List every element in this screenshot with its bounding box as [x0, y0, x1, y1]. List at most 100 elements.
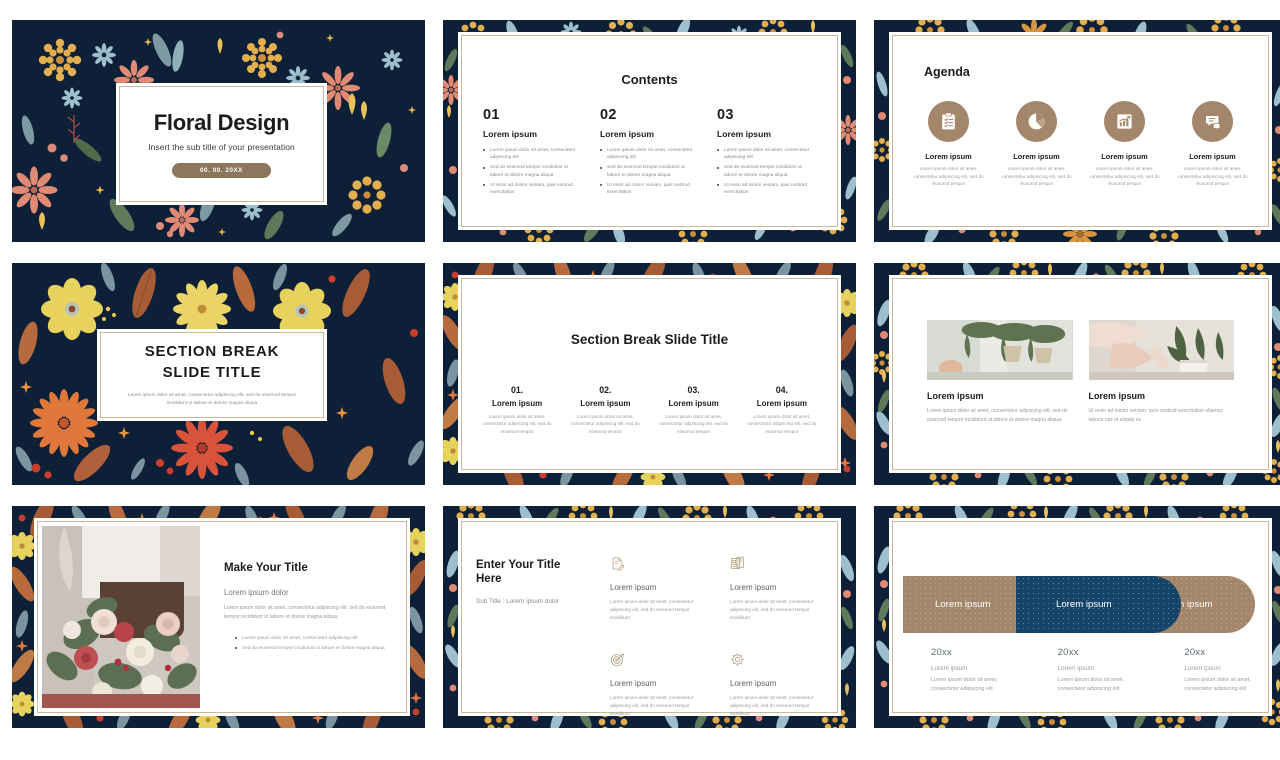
column-number: 01 [483, 107, 500, 123]
column-text: Lorem ipsum dolor sit amet, consectetur … [570, 414, 640, 434]
gear-settings-icon [731, 653, 744, 666]
timeline-column: 20xx Lorem ipsum Lorem ipsum dolor sit a… [931, 646, 1008, 694]
feature-text: Lorem ipsum dolor sit amet, consectetur … [730, 694, 814, 716]
section-columns: 01. Lorem ipsum Lorem ipsum dolor sit am… [458, 385, 841, 435]
column-number: 02. [599, 385, 612, 395]
hanging-plants-photo [927, 320, 1073, 380]
section-break-card: SECTION BREAK SLIDE TITLE Lorem ipsum do… [97, 329, 327, 421]
feature-item[interactable]: Lorem ipsum Lorem ipsum dolor sit amet, … [610, 652, 705, 718]
feature-label: Lorem ipsum [730, 583, 777, 592]
item-label: Lorem ipsum [1101, 152, 1148, 161]
list-item: Lorem ipsum dolor sit amet, consectetur … [600, 147, 699, 162]
feature-label: Lorem ipsum [730, 678, 777, 688]
section-column: 01. Lorem ipsum Lorem ipsum dolor sit am… [476, 385, 558, 435]
feature-text: Lorem ipsum dolor sit amet, consectetur … [730, 599, 814, 620]
content-panel: Section Break Slide Title 01. Lorem ipsu… [458, 275, 841, 473]
item-text: Lorem ipsum dolor sit amet, consectetur … [1089, 166, 1160, 187]
timeline-column: 20xx Lorem ipsum Lorem ipsum dolor sit a… [1184, 646, 1261, 694]
list-item: Ut enim ad minim veniam, quis nostrud ex… [717, 182, 816, 197]
timeline-column: 20xx Lorem ipsum Lorem ipsum dolor sit a… [1058, 646, 1135, 694]
timeline-text: Lorem ipsum dolor sit amet, consectetur … [1057, 677, 1125, 692]
title-line-2: SLIDE TITLE [162, 363, 262, 381]
bouquet-photo [42, 526, 200, 708]
title-block: Enter Your Title Here Sub Title : Lorem … [476, 558, 584, 606]
photo-columns: Lorem ipsum Lorem ipsum dolor sit amet, … [889, 275, 1272, 424]
column-bullets: Lorem ipsum dolor sit amet, consectetur … [483, 147, 582, 197]
clipboard-checklist-icon [942, 112, 955, 130]
agenda-item[interactable]: Lorem ipsum Lorem ipsum dolor sit amet, … [1088, 101, 1162, 188]
agenda-item[interactable]: Lorem ipsum Lorem ipsum dolor sit amet, … [912, 101, 986, 188]
page-subtitle: Insert the sub title of your presentatio… [148, 142, 295, 152]
timeline-text: Lorem ipsum dolor sit amet, consectetur … [931, 677, 998, 692]
photo-label: Lorem ipsum [1088, 391, 1146, 401]
column-text: Lorem ipsum dolor sit amet, consectetur … [659, 414, 729, 434]
slide-image-text[interactable]: Make Your Title Lorem ipsum dolor Lorem … [12, 506, 425, 728]
page-title: Section Break Slide Title [570, 332, 729, 347]
item-text: Lorem ipsum dolor sit amet, consectetur … [913, 166, 984, 187]
list-item: Sed do eiusmod tempor incididunt ut labo… [235, 645, 396, 653]
timeline-pills: Lorem ipsum Lorem ipsum Lorem ipsum [903, 576, 1255, 633]
column-number: 01. [511, 385, 524, 395]
page-title: Enter Your Title Here [476, 559, 561, 586]
column-number: 03. [687, 385, 700, 395]
slide-deck-grid: Floral Design Insert the sub title of yo… [0, 0, 1280, 760]
page-title: Make Your Title [224, 562, 308, 574]
pie-chart-icon [1028, 113, 1045, 130]
feature-item[interactable]: Lorem ipsum Lorem ipsum dolor sit amet, … [610, 556, 705, 622]
agenda-item[interactable]: Lorem ipsum Lorem ipsum dolor sit amet, … [1000, 101, 1074, 188]
feature-label: Lorem ipsum [610, 678, 657, 688]
icon-circle [1192, 101, 1233, 142]
content-panel: Enter Your Title Here Sub Title : Lorem … [458, 518, 841, 716]
photo-label: Lorem ipsum [927, 391, 984, 401]
timeline-label: Lorem ipsum [1057, 665, 1095, 672]
timeline-label: Lorem ipsum [1184, 665, 1221, 672]
content-panel: Agenda Lorem ipsum Lorem ipsum dolor sit… [889, 32, 1272, 230]
photo-text: Lorem ipsum dolor sit amet, consectetur … [927, 408, 1068, 423]
chat-bubbles-icon [1206, 116, 1221, 131]
page-title: SECTION BREAK SLIDE TITLE [145, 342, 280, 383]
list-item: Sed do eiusmod tempor incididunt ut labo… [483, 164, 582, 179]
timeline-year: 20xx [1057, 646, 1079, 657]
content-panel: Lorem ipsum Lorem ipsum dolor sit amet, … [889, 275, 1272, 473]
item-text: Lorem ipsum dolor sit amet, consectetur … [1177, 166, 1248, 187]
content-column: 02 Lorem ipsum Lorem ipsum dolor sit ame… [600, 107, 699, 199]
column-label: Lorem ipsum [668, 399, 719, 408]
slide-section-break[interactable]: SECTION BREAK SLIDE TITLE Lorem ipsum do… [12, 263, 425, 485]
slide-title[interactable]: Floral Design Insert the sub title of yo… [12, 20, 425, 242]
bar-chart-growth-icon [1117, 114, 1132, 129]
feature-item[interactable]: Lorem ipsum Lorem ipsum dolor sit amet, … [730, 556, 825, 622]
agenda-item[interactable]: Lorem ipsum Lorem ipsum dolor sit amet, … [1176, 101, 1250, 188]
slide-timeline[interactable]: Lorem ipsum Lorem ipsum Lorem ipsum 20xx… [874, 506, 1280, 728]
item-label: Lorem ipsum [1013, 152, 1060, 161]
agenda-items: Lorem ipsum Lorem ipsum dolor sit amet, … [889, 101, 1272, 188]
content-column: 01 Lorem ipsum Lorem ipsum dolor sit ame… [483, 107, 582, 199]
news-document-icon [731, 556, 744, 569]
item-label: Lorem ipsum [925, 152, 972, 161]
column-label: Lorem ipsum [600, 129, 654, 139]
title-line-1: SECTION BREAK [144, 343, 280, 361]
list-item: Lorem ipsum dolor sit amet, consectetur … [483, 147, 582, 162]
slide-contents[interactable]: Contents 01 Lorem ipsum Lorem ipsum dolo… [443, 20, 856, 242]
page-subtitle: Sub Title : Lorem ipsum dolor [476, 597, 560, 605]
list-item: Lorem ipsum dolor sit amet, consectetur … [235, 635, 396, 643]
feature-item[interactable]: Lorem ipsum Lorem ipsum dolor sit amet, … [730, 652, 825, 718]
contents-columns: 01 Lorem ipsum Lorem ipsum dolor sit ame… [458, 87, 841, 199]
florist-arranging-photo [1088, 320, 1234, 380]
slide-section-break-columns[interactable]: Section Break Slide Title 01. Lorem ipsu… [443, 263, 856, 485]
photo-column: Lorem ipsum Ut enim ad minim veniam, qui… [1088, 320, 1234, 424]
column-bullets: Lorem ipsum dolor sit amet, consectetur … [600, 147, 699, 197]
list-item: Lorem ipsum dolor sit amet, consectetur … [717, 147, 816, 162]
column-number: 04. [775, 385, 788, 395]
document-edit-icon [612, 557, 625, 571]
slide-agenda[interactable]: Agenda Lorem ipsum Lorem ipsum dolor sit… [874, 20, 1280, 242]
text-block: Make Your Title Lorem ipsum dolor Lorem … [224, 562, 396, 656]
date-badge: 00. 00. 20XX [172, 163, 271, 178]
timeline-columns: 20xx Lorem ipsum Lorem ipsum dolor sit a… [931, 646, 1261, 694]
feature-label: Lorem ipsum [610, 583, 657, 592]
page-title: Agenda [924, 65, 970, 79]
column-text: Lorem ipsum dolor sit amet, consectetur … [482, 414, 552, 434]
column-label: Lorem ipsum [756, 399, 807, 408]
slide-two-photo[interactable]: Lorem ipsum Lorem ipsum dolor sit amet, … [874, 263, 1280, 485]
slide-four-icon[interactable]: Enter Your Title Here Sub Title : Lorem … [443, 506, 856, 728]
timeline-pill[interactable]: Lorem ipsum [1016, 576, 1181, 633]
